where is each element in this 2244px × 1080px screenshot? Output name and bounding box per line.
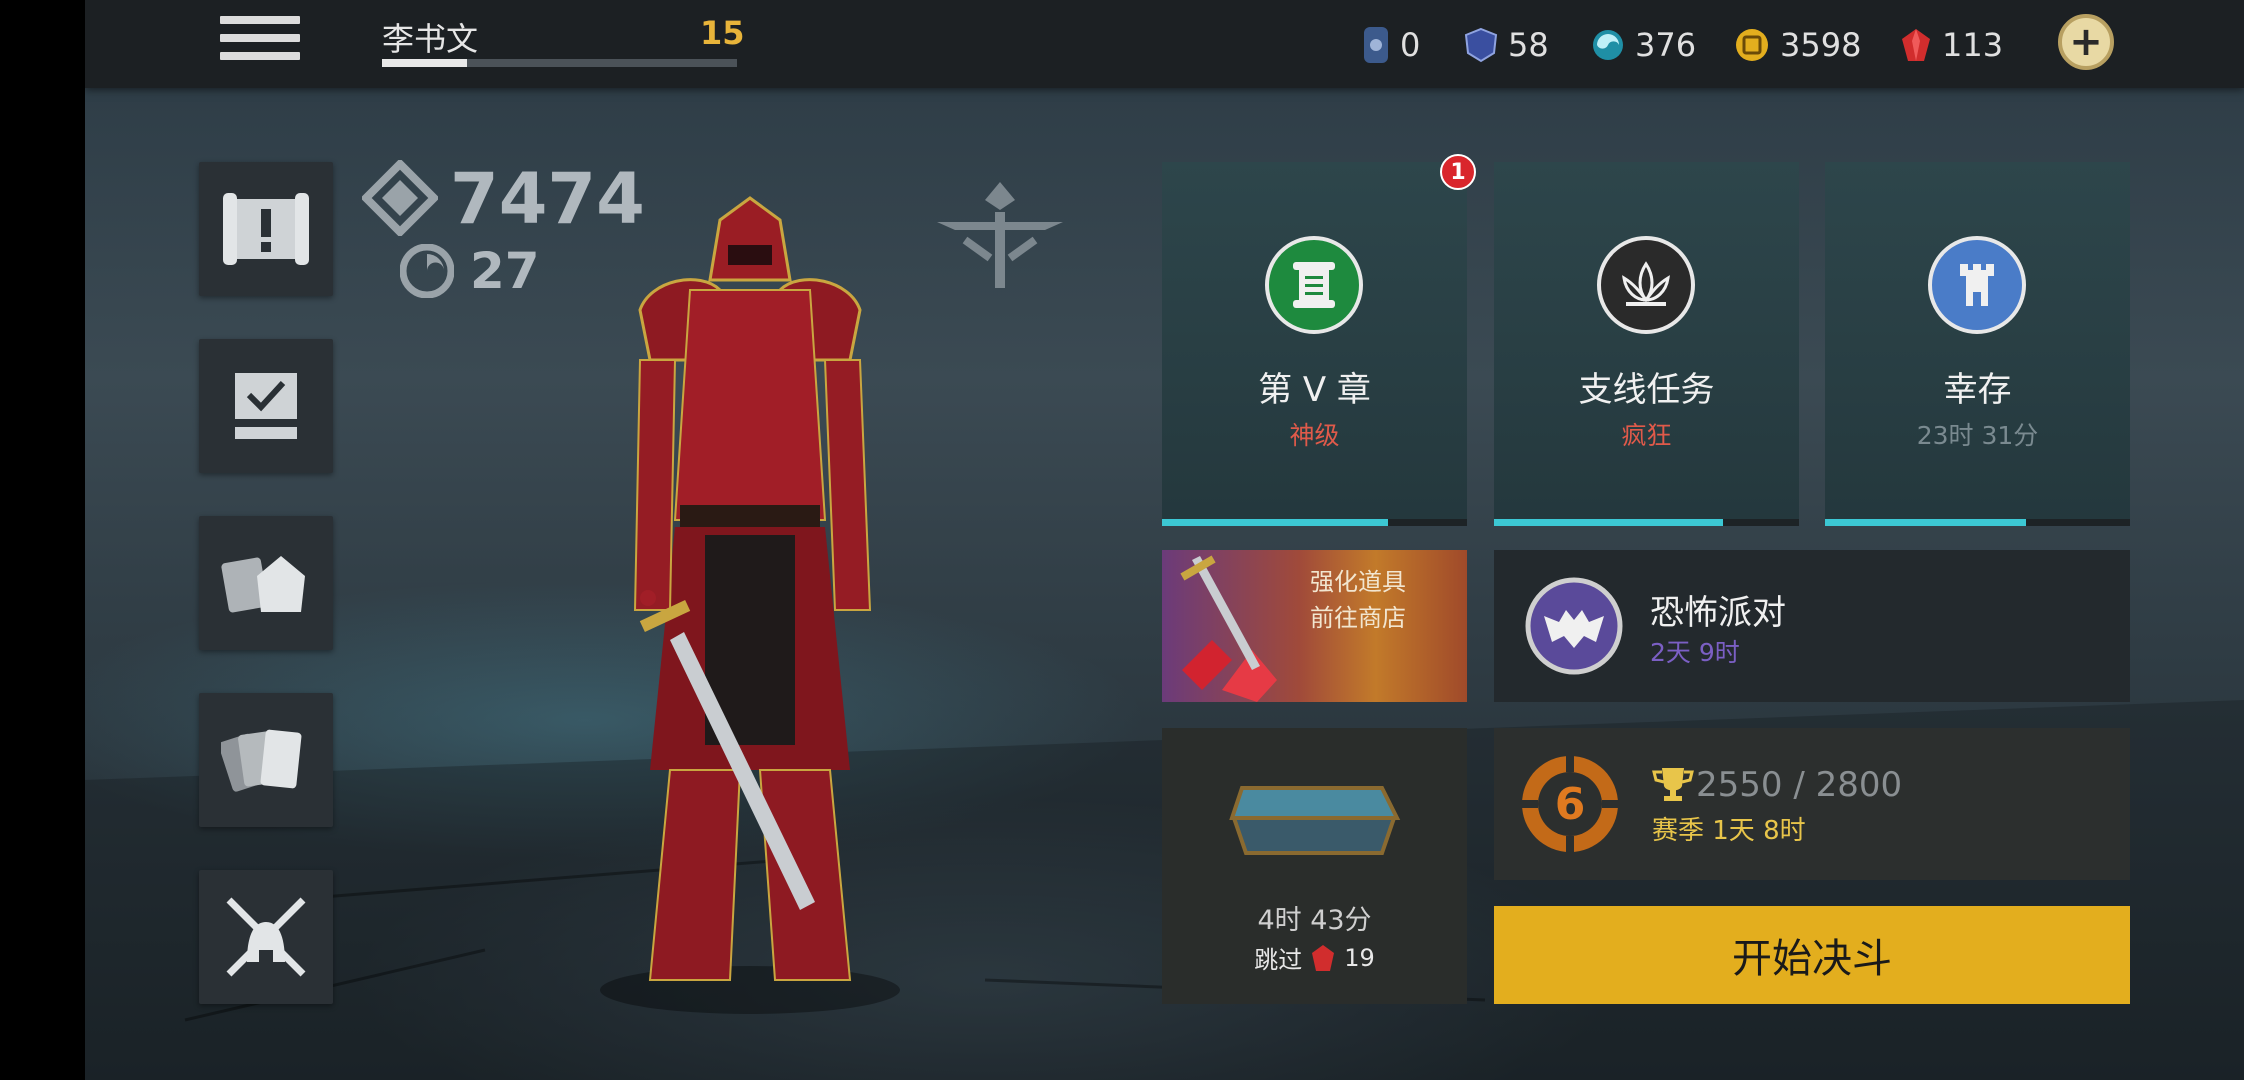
- bat-event-icon: [1525, 577, 1623, 675]
- currency-gems-value: 113: [1942, 26, 2004, 64]
- quest-scroll-button[interactable]: [199, 162, 333, 296]
- crossed-swords-helmet-icon: [226, 897, 306, 977]
- trophy-icon: [1652, 768, 1694, 801]
- shield-icon: [1464, 27, 1498, 63]
- achievements-button[interactable]: [199, 339, 333, 473]
- chest-icon: [1229, 786, 1401, 855]
- survival-progress-bar: [1825, 519, 2130, 526]
- player-name: 李书文: [382, 20, 479, 58]
- side-quests-progress-fill: [1494, 519, 1723, 526]
- currency-shields-value: 58: [1508, 26, 1549, 64]
- survival-timer: 23时 31分: [1916, 421, 2039, 450]
- chest-timer: 4时 43分: [1257, 905, 1372, 936]
- currency-shields[interactable]: 58: [1464, 16, 1549, 74]
- survival-title: 幸存: [1943, 370, 2012, 410]
- side-quests-panel[interactable]: 支线任务 疯狂: [1494, 162, 1799, 526]
- event-panel[interactable]: [1494, 550, 2130, 702]
- campaign-panel[interactable]: 第 V 章 神级: [1162, 162, 1467, 526]
- event-timer: 2天 9时: [1650, 638, 1740, 667]
- plus-icon: +: [2069, 19, 2103, 65]
- chest-skip-button[interactable]: 跳过 19: [1162, 940, 1467, 975]
- league-rank: 6: [1554, 778, 1586, 830]
- spirit-orb-icon: [1593, 30, 1623, 60]
- inventory-button[interactable]: [199, 516, 333, 650]
- ruby-gem-icon: [1312, 944, 1335, 971]
- currency-orbs[interactable]: 376: [1591, 16, 1696, 74]
- notification-badge: 1: [1440, 154, 1476, 190]
- xp-progress-fill: [382, 59, 468, 67]
- lotus-icon: [1597, 236, 1695, 334]
- cards-icon: [221, 729, 302, 792]
- chest-skip-cost: 19: [1344, 943, 1375, 972]
- clan-emblem-icon[interactable]: [935, 180, 1065, 290]
- power-icon: [362, 160, 438, 236]
- side-quests-progress-bar: [1494, 519, 1799, 526]
- currency-coins-value: 3598: [1780, 26, 1862, 64]
- survival-progress-fill: [1825, 519, 2027, 526]
- campaign-progress-bar: [1162, 519, 1467, 526]
- currency-keys[interactable]: 0: [1362, 16, 1420, 74]
- currency-gems[interactable]: 113: [1900, 16, 2003, 74]
- tower-icon: [1928, 236, 2026, 334]
- shop-promo-link: 前往商店: [1310, 604, 1406, 632]
- currency-keys-value: 0: [1400, 26, 1421, 64]
- cards-button[interactable]: [199, 693, 333, 827]
- ruby-gem-icon: [1902, 29, 1930, 61]
- player-level: 15: [700, 14, 745, 52]
- sword-crystals-image: [1180, 555, 1277, 702]
- survival-panel[interactable]: 幸存 23时 31分: [1825, 162, 2130, 526]
- campaign-difficulty: 神级: [1289, 421, 1340, 450]
- mastery-value: 27: [470, 242, 540, 300]
- mastery-icon: [400, 244, 454, 298]
- add-currency-button[interactable]: +: [2058, 14, 2114, 70]
- league-season-timer: 赛季 1天 8时: [1652, 816, 1806, 846]
- scroll-icon: [1265, 236, 1363, 334]
- currency-coins[interactable]: 3598: [1734, 16, 1861, 74]
- campaign-progress-fill: [1162, 519, 1388, 526]
- pvp-button[interactable]: [199, 870, 333, 1004]
- checklist-icon: [235, 373, 297, 439]
- campaign-title: 第 V 章: [1258, 370, 1371, 410]
- xp-progress-bar: [382, 59, 737, 67]
- start-duel-label: 开始决斗: [1732, 936, 1892, 982]
- inventory-icon: [221, 556, 305, 613]
- shop-promo-title: 强化道具: [1310, 568, 1406, 596]
- league-score: 2550 / 2800: [1696, 765, 1903, 805]
- key-icon: [1364, 27, 1388, 63]
- knight-character: [600, 196, 900, 1014]
- chest-skip-label: 跳过: [1254, 946, 1303, 974]
- start-duel-button[interactable]: 开始决斗: [1494, 906, 2130, 1004]
- side-quests-title: 支线任务: [1578, 370, 1715, 410]
- currency-orbs-value: 376: [1635, 26, 1697, 64]
- side-quests-difficulty: 疯狂: [1621, 421, 1672, 450]
- menu-button[interactable]: [220, 16, 300, 72]
- quest-scroll-icon: [223, 193, 309, 265]
- event-title: 恐怖派对: [1650, 593, 1786, 633]
- coin-icon: [1736, 29, 1768, 61]
